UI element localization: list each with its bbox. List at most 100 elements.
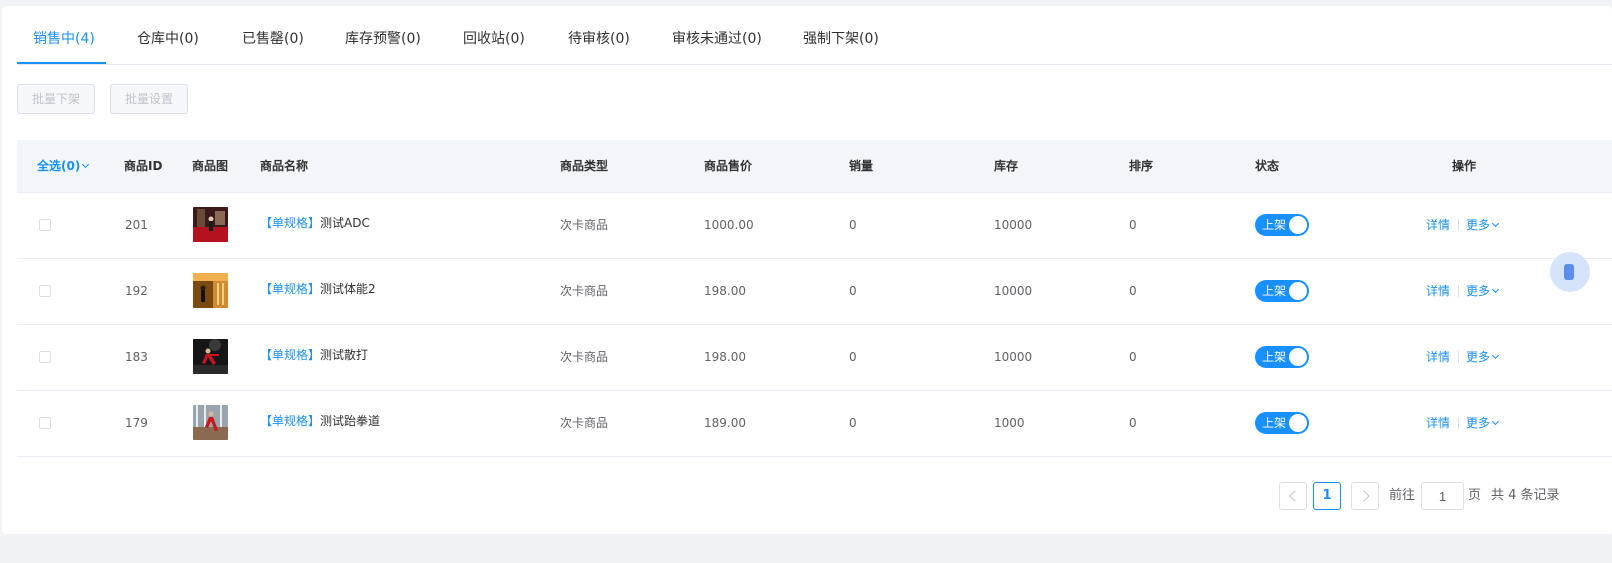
select-all-label: 全选(0): [37, 159, 81, 173]
status-tabs: 销售中(4) 仓库中(0) 已售罄(0) 库存预警(0) 回收站(0) 待审核(…: [17, 6, 1612, 65]
next-page-button[interactable]: [1351, 482, 1379, 510]
goto-label: 前往: [1389, 488, 1416, 503]
floating-action-button[interactable]: [1550, 252, 1590, 292]
goods-type: 次卡商品: [560, 350, 609, 364]
goods-price: 198.00: [704, 350, 746, 364]
tab-review-rejected[interactable]: 审核未通过(0): [672, 6, 762, 64]
chevron-down-icon: [1491, 285, 1500, 294]
header-price: 商品售价: [704, 159, 753, 173]
more-label: 更多: [1466, 284, 1491, 298]
goods-sort: 0: [1129, 416, 1137, 430]
row-checkbox[interactable]: [39, 351, 51, 363]
status-toggle[interactable]: 上架: [1255, 214, 1309, 236]
goods-sales: 0: [849, 218, 857, 232]
spec-tag: 【单规格】: [260, 414, 321, 428]
more-dropdown[interactable]: 更多: [1466, 192, 1500, 258]
goods-name: 【单规格】测试体能2: [260, 258, 376, 324]
goods-sales: 0: [849, 350, 857, 364]
status-toggle[interactable]: 上架: [1255, 412, 1309, 434]
chevron-down-icon: [1491, 351, 1500, 360]
tab-in-warehouse[interactable]: 仓库中(0): [137, 6, 199, 64]
table-row: 183 【单规格】测试散打 次卡商品 198.00 0 10000 0 上架 详…: [17, 324, 1612, 391]
spec-tag: 【单规格】: [260, 216, 321, 230]
table-row: 192 【单规格】测试体能2 次卡商品 198.00 0 10000 0 上架 …: [17, 258, 1612, 325]
tab-pending-review[interactable]: 待审核(0): [568, 6, 630, 64]
goods-type: 次卡商品: [560, 218, 609, 232]
goods-thumbnail[interactable]: [193, 405, 228, 440]
status-toggle-label: 上架: [1262, 416, 1287, 430]
status-toggle[interactable]: 上架: [1255, 280, 1309, 302]
goods-sales: 0: [849, 284, 857, 298]
chevron-left-icon: [1289, 490, 1301, 502]
header-sales: 销量: [849, 159, 874, 173]
total-records: 共 4 条记录: [1491, 488, 1560, 503]
header-name: 商品名称: [260, 159, 309, 173]
action-divider: [1458, 417, 1459, 429]
goods-stock: 10000: [994, 284, 1033, 298]
row-checkbox[interactable]: [39, 285, 51, 297]
detail-link[interactable]: 详情: [1426, 324, 1450, 390]
row-checkbox[interactable]: [39, 219, 51, 231]
goods-stock: 10000: [994, 218, 1033, 232]
goods-stock: 1000: [994, 416, 1025, 430]
goods-sort: 0: [1129, 350, 1137, 364]
tab-recycle-bin[interactable]: 回收站(0): [463, 6, 525, 64]
goods-name: 【单规格】测试ADC: [260, 192, 370, 258]
batch-settings-button[interactable]: 批量设置: [110, 84, 189, 114]
goods-sort: 0: [1129, 218, 1137, 232]
goods-thumbnail[interactable]: [193, 273, 228, 308]
table-row: 179 【单规格】测试跆拳道 次卡商品 189.00 0 1000 0 上架 详…: [17, 390, 1612, 457]
header-sort: 排序: [1129, 159, 1154, 173]
tab-stock-alert[interactable]: 库存预警(0): [345, 6, 421, 64]
header-image: 商品图: [192, 159, 229, 173]
header-id: 商品ID: [124, 159, 163, 173]
tab-on-sale[interactable]: 销售中(4): [33, 6, 95, 64]
more-dropdown[interactable]: 更多: [1466, 258, 1500, 324]
goods-id: 192: [125, 284, 148, 298]
row-checkbox[interactable]: [39, 417, 51, 429]
detail-link[interactable]: 详情: [1426, 390, 1450, 456]
table-header: 全选(0) 商品ID 商品图 商品名称 商品类型 商品售价 销量 库存 排序 状…: [17, 140, 1612, 193]
goods-price: 189.00: [704, 416, 746, 430]
goods-name: 【单规格】测试散打: [260, 324, 368, 390]
detail-link[interactable]: 详情: [1426, 258, 1450, 324]
prev-page-button[interactable]: [1279, 482, 1307, 510]
table-row: 201 【单规格】测试ADC 次卡商品 1000.00 0 10000 0 上架…: [17, 192, 1612, 259]
chevron-down-icon: [82, 160, 90, 169]
status-toggle[interactable]: 上架: [1255, 346, 1309, 368]
tab-sold-out[interactable]: 已售罄(0): [242, 6, 304, 64]
goods-type: 次卡商品: [560, 416, 609, 430]
goods-sort: 0: [1129, 284, 1137, 298]
select-all-dropdown[interactable]: 全选(0): [37, 140, 90, 192]
chevron-right-icon: [1358, 490, 1370, 502]
toggle-knob: [1289, 348, 1307, 366]
goods-thumbnail[interactable]: [193, 207, 228, 242]
goods-name-text: 测试跆拳道: [320, 414, 381, 428]
batch-offline-button[interactable]: 批量下架: [17, 84, 96, 114]
detail-link[interactable]: 详情: [1426, 192, 1450, 258]
goods-list-card: 销售中(4) 仓库中(0) 已售罄(0) 库存预警(0) 回收站(0) 待审核(…: [2, 6, 1612, 534]
goods-name-text: 测试散打: [320, 348, 369, 362]
goods-thumbnail[interactable]: [193, 339, 228, 374]
header-type: 商品类型: [560, 159, 609, 173]
goods-name: 【单规格】测试跆拳道: [260, 390, 380, 456]
goto-page-input[interactable]: [1421, 482, 1464, 510]
goods-type: 次卡商品: [560, 284, 609, 298]
toggle-knob: [1289, 414, 1307, 432]
header-status: 状态: [1255, 159, 1280, 173]
status-toggle-label: 上架: [1262, 350, 1287, 364]
page-unit-label: 页: [1468, 488, 1482, 503]
goods-id: 201: [125, 218, 148, 232]
header-stock: 库存: [994, 159, 1019, 173]
toggle-knob: [1289, 216, 1307, 234]
goods-name-text: 测试体能2: [320, 282, 376, 296]
chevron-down-icon: [1491, 219, 1500, 228]
more-dropdown[interactable]: 更多: [1466, 324, 1500, 390]
status-toggle-label: 上架: [1262, 218, 1287, 232]
page-number[interactable]: 1: [1313, 482, 1341, 510]
goods-price: 1000.00: [704, 218, 754, 232]
goods-stock: 10000: [994, 350, 1033, 364]
tab-forced-offline[interactable]: 强制下架(0): [803, 6, 879, 64]
chevron-down-icon: [1491, 417, 1500, 426]
more-dropdown[interactable]: 更多: [1466, 390, 1500, 456]
